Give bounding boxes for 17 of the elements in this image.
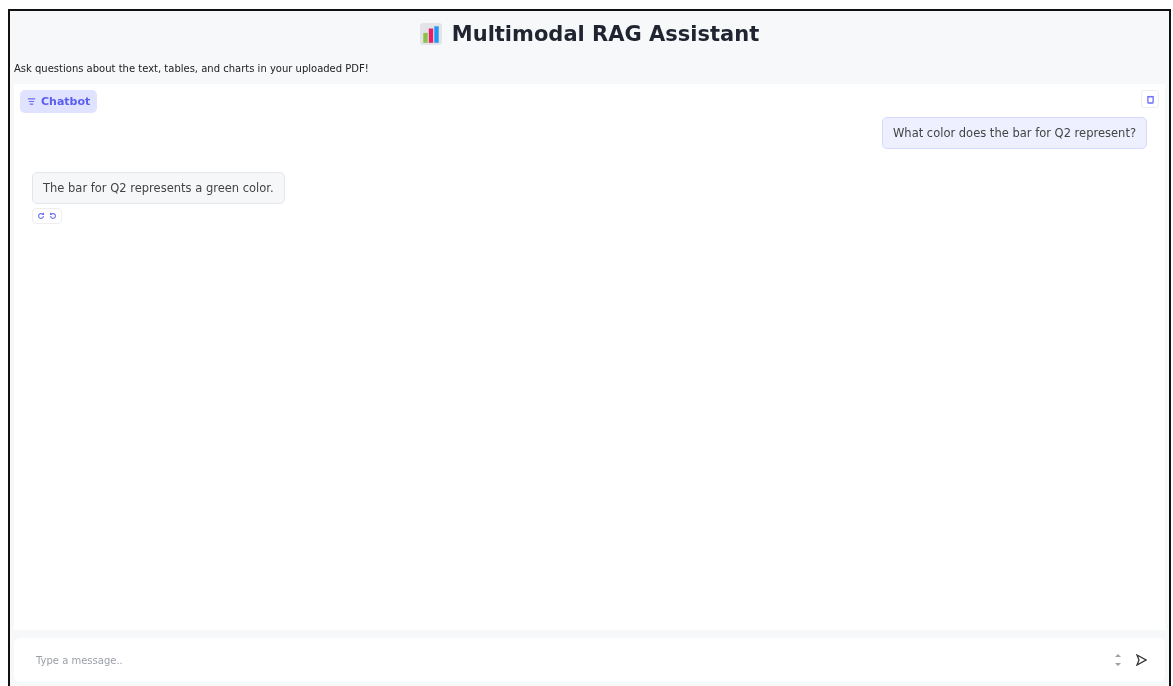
resize-arrows-icon[interactable]	[1115, 653, 1121, 667]
user-message: What color does the bar for Q2 represent?	[881, 117, 1147, 149]
undo-button[interactable]	[49, 212, 57, 220]
message-input[interactable]: Type a message..	[34, 653, 1101, 667]
bot-message: The bar for Q2 represents a green color.	[32, 172, 285, 204]
send-button[interactable]	[1135, 654, 1147, 666]
retry-button[interactable]	[37, 212, 45, 220]
app-description: Ask questions about the text, tables, and charts in your uploaded PDF!	[14, 63, 370, 74]
send-icon	[1135, 654, 1147, 666]
bar-chart-icon	[419, 23, 442, 45]
trash-icon	[1146, 94, 1154, 104]
chatbot-label-text: Chatbot	[41, 95, 91, 108]
undo-icon	[49, 212, 57, 220]
refresh-icon	[37, 212, 45, 220]
app-title: Multimodal RAG Assistant	[451, 22, 760, 46]
delete-button[interactable]	[1141, 90, 1159, 108]
message-field[interactable]: Type a message..	[14, 638, 1165, 682]
